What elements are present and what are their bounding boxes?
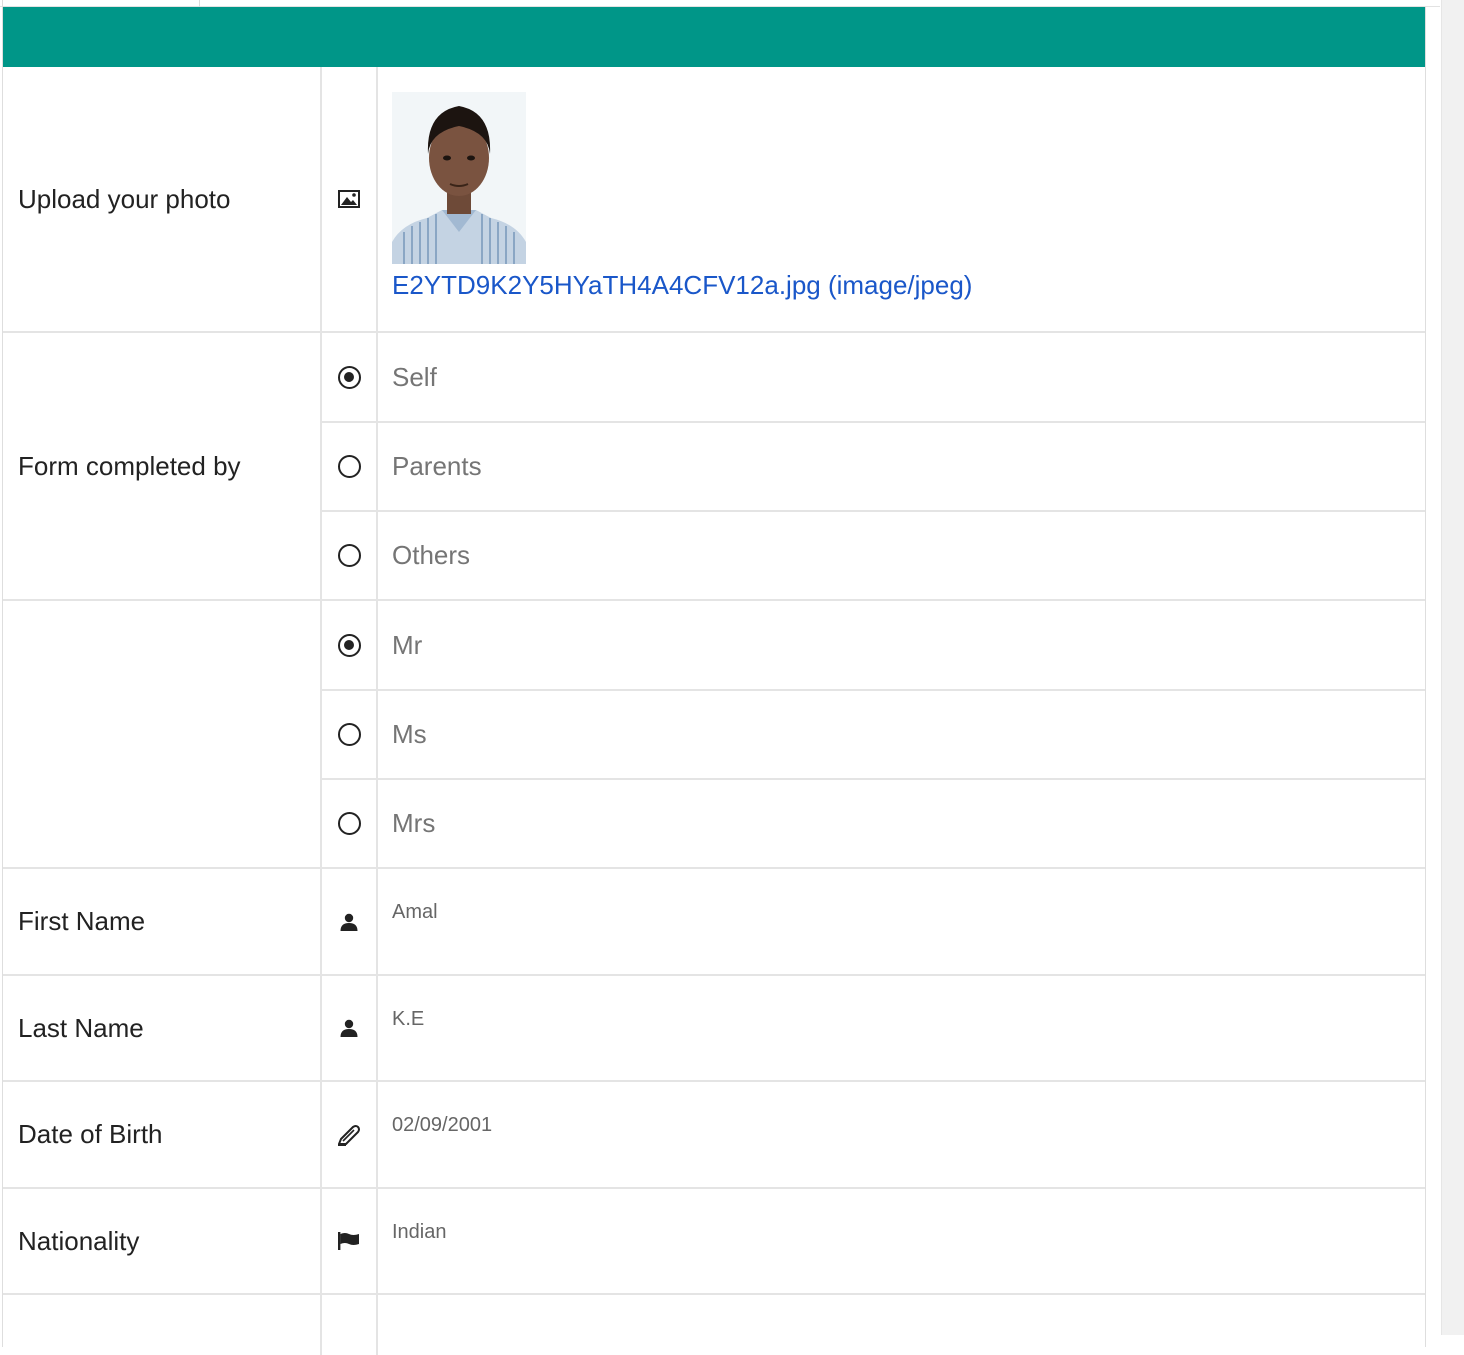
first-name-row: First Name Amal — [3, 869, 1425, 976]
user-icon — [322, 869, 378, 974]
photo-file-link[interactable]: E2YTD9K2Y5HYaTH4A4CFV12a.jpg (image/jpeg… — [392, 270, 1425, 301]
title-options: Mr Ms Mrs — [322, 601, 1425, 867]
option-label: Parents — [392, 451, 482, 481]
scrollbar[interactable] — [1441, 0, 1464, 1335]
uploaded-photo[interactable] — [392, 92, 526, 264]
next-row-value — [378, 1295, 1425, 1355]
option-others[interactable]: Others — [322, 509, 1425, 599]
option-label: Ms — [392, 719, 427, 749]
form-card: Upload your photo E2YTD9K2Y5HYaTH4A4CFV1… — [2, 7, 1426, 1355]
last-name-label: Last Name — [3, 976, 322, 1080]
nationality-value[interactable]: Indian — [378, 1189, 1425, 1293]
radio-unselected-icon[interactable] — [337, 455, 361, 478]
option-self[interactable]: Self — [322, 333, 1425, 422]
first-name-value[interactable]: Amal — [378, 869, 1425, 974]
option-label: Others — [392, 539, 471, 570]
title-label — [3, 601, 322, 867]
nationality-label: Nationality — [3, 1189, 322, 1293]
option-label: Mrs — [392, 807, 436, 838]
option-mrs[interactable]: Mrs — [322, 777, 1425, 867]
nationality-row: Nationality Indian — [3, 1189, 1425, 1295]
form-header-bar — [3, 7, 1425, 67]
form-completed-by-options: Self Parents Others — [322, 333, 1425, 599]
form-completed-by-row: Form completed by Self Parents Others — [3, 333, 1425, 601]
image-icon — [322, 67, 378, 331]
photo-label: Upload your photo — [3, 67, 322, 331]
dob-value[interactable]: 02/09/2001 — [378, 1082, 1425, 1187]
pen-icon — [322, 1082, 378, 1187]
radio-unselected-icon[interactable] — [337, 811, 361, 835]
photo-cell: E2YTD9K2Y5HYaTH4A4CFV12a.jpg (image/jpeg… — [378, 67, 1425, 331]
last-name-value[interactable]: K.E — [378, 976, 1425, 1080]
next-row-label — [3, 1295, 322, 1355]
form-completed-by-label: Form completed by — [3, 333, 322, 599]
last-name-row: Last Name K.E — [3, 976, 1425, 1082]
option-label: Self — [392, 361, 437, 392]
dob-label: Date of Birth — [3, 1082, 322, 1187]
next-row — [3, 1295, 1425, 1355]
option-parents[interactable]: Parents — [322, 421, 1425, 510]
photo-row: Upload your photo E2YTD9K2Y5HYaTH4A4CFV1… — [3, 67, 1425, 333]
option-ms[interactable]: Ms — [322, 689, 1425, 778]
radio-unselected-icon[interactable] — [337, 723, 361, 746]
radio-unselected-icon[interactable] — [337, 543, 361, 567]
first-name-label: First Name — [3, 869, 322, 974]
radio-selected-icon[interactable] — [337, 633, 361, 657]
top-strip — [0, 0, 1440, 7]
user-icon — [322, 976, 378, 1080]
next-row-icon-cell — [322, 1295, 378, 1355]
radio-selected-icon[interactable] — [337, 365, 361, 389]
option-mr[interactable]: Mr — [322, 601, 1425, 690]
dob-row: Date of Birth 02/09/2001 — [3, 1082, 1425, 1189]
option-label: Mr — [392, 629, 423, 660]
flag-icon — [322, 1189, 378, 1293]
title-row: Mr Ms Mrs — [3, 601, 1425, 869]
